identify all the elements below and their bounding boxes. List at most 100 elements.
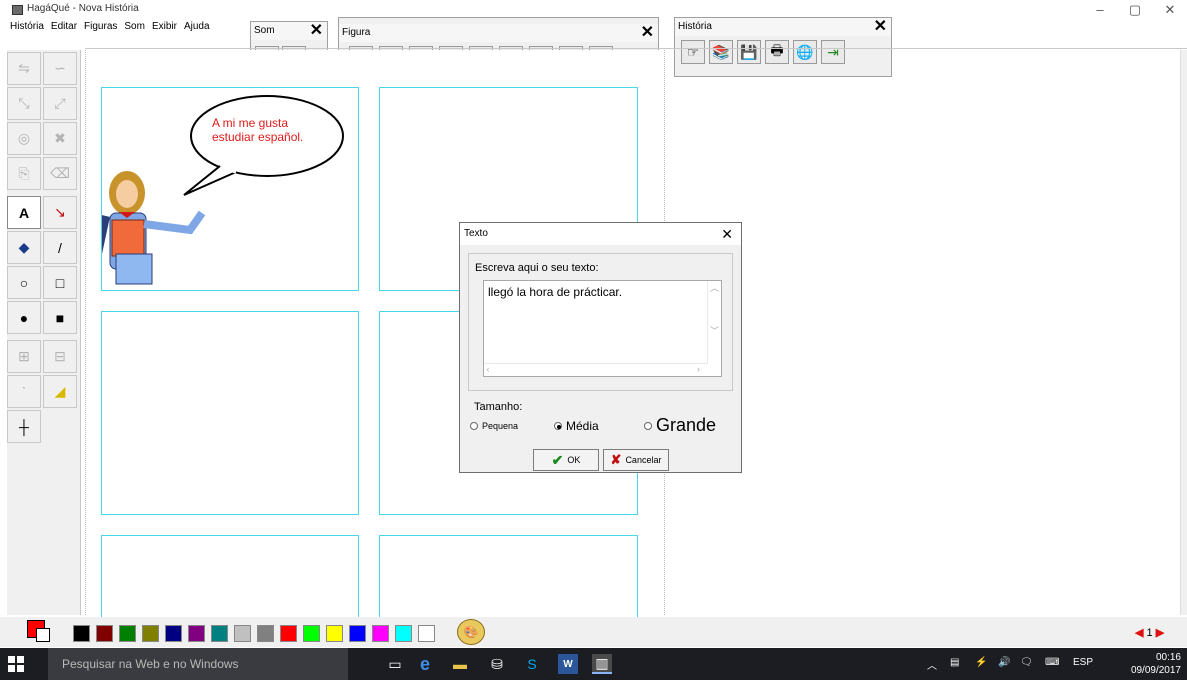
speech-text[interactable]: A mi me gusta estudiar español. xyxy=(212,116,332,144)
flip-horizontal-icon[interactable]: ⇋ xyxy=(7,52,41,85)
keyboard-icon[interactable]: ⌨ xyxy=(1045,657,1059,668)
radio-dot-selected xyxy=(554,422,562,430)
page-navigator: ◀ 1 ▶ xyxy=(1135,626,1164,639)
close-button[interactable]: ✕ xyxy=(1155,2,1185,18)
color-swatch[interactable] xyxy=(395,625,412,642)
rotate-icon[interactable]: ◎ xyxy=(7,122,41,155)
minimize-button[interactable]: – xyxy=(1085,2,1115,18)
clock[interactable]: 00:16 09/09/2017 xyxy=(1131,651,1181,677)
notifications-icon[interactable]: 🗨 xyxy=(1020,657,1033,668)
color-swatch[interactable] xyxy=(326,625,343,642)
edge-icon[interactable]: e xyxy=(415,654,435,674)
color-swatch[interactable] xyxy=(303,625,320,642)
color-swatch[interactable] xyxy=(418,625,435,642)
radio-dot xyxy=(470,422,478,430)
open-story-icon[interactable]: 📚 xyxy=(709,40,733,64)
shrink-icon[interactable]: ⤢ xyxy=(43,87,77,120)
color-swatch[interactable] xyxy=(257,625,274,642)
show-hidden-icons-icon[interactable]: ︿ xyxy=(927,657,937,672)
skype-icon[interactable]: S xyxy=(522,654,542,674)
store-icon[interactable]: ⛁ xyxy=(487,654,507,674)
historia-toolbar-title: História xyxy=(678,21,712,32)
word-icon[interactable]: W xyxy=(558,654,578,674)
taskbar-search[interactable]: Pesquisar na Web e no Windows xyxy=(48,648,348,680)
color-swatch[interactable] xyxy=(96,625,113,642)
color-swatch[interactable] xyxy=(349,625,366,642)
menu-figuras[interactable]: Figuras xyxy=(84,21,117,37)
color-swatch[interactable] xyxy=(119,625,136,642)
filled-ellipse-tool-icon[interactable]: ● xyxy=(7,301,41,334)
menu-historia[interactable]: História xyxy=(10,21,44,37)
color-swatch[interactable] xyxy=(165,625,182,642)
figura-toolbar-close-button[interactable]: ✕ xyxy=(641,24,654,42)
network-icon[interactable]: ▤ xyxy=(950,657,959,668)
menu-exibir[interactable]: Exibir xyxy=(152,21,177,37)
line-tool-icon[interactable]: / xyxy=(43,231,77,264)
ghost-icon[interactable]: ∽ xyxy=(43,52,77,85)
hagaque-taskbar-icon[interactable]: ▥ xyxy=(592,654,612,674)
size-radio-small[interactable]: Pequena xyxy=(470,421,518,431)
vertical-scrollbar[interactable] xyxy=(1180,50,1187,615)
ellipse-tool-icon[interactable]: ○ xyxy=(7,266,41,299)
color-swatch[interactable] xyxy=(188,625,205,642)
comic-panel-5[interactable] xyxy=(101,535,359,625)
copy-icon[interactable]: ⎘ xyxy=(7,157,41,190)
fill-tool-icon[interactable]: ◆ xyxy=(7,231,41,264)
print-icon[interactable]: 🖶 xyxy=(765,40,789,64)
cancel-button[interactable]: ✘ Cancelar xyxy=(603,449,669,471)
size-radio-large[interactable]: Grande xyxy=(644,415,716,436)
text-input[interactable]: llegó la hora de prácticar. ︿ ﹀ ‹ › xyxy=(483,280,722,377)
textarea-horizontal-scrollbar[interactable]: ‹ › xyxy=(484,363,708,376)
color-swatch[interactable] xyxy=(372,625,389,642)
color-swatch[interactable] xyxy=(211,625,228,642)
text-tool-icon[interactable]: A xyxy=(7,196,41,229)
previous-page-icon[interactable]: ◀ xyxy=(1135,627,1143,639)
size-radio-medium[interactable]: Média xyxy=(554,419,599,433)
comic-panel-1[interactable]: A mi me gusta estudiar español. xyxy=(101,87,359,291)
zoom-in-icon[interactable]: ⊞ xyxy=(7,340,41,373)
zoom-out-icon[interactable]: ⊟ xyxy=(43,340,77,373)
menu-ajuda[interactable]: Ajuda xyxy=(184,21,210,37)
color-swatch[interactable] xyxy=(73,625,90,642)
file-explorer-icon[interactable]: ▬ xyxy=(450,654,470,674)
curve-tool-icon[interactable]: ↘ xyxy=(43,196,77,229)
size-large-label: Grande xyxy=(656,415,717,435)
save-story-icon[interactable]: 💾 xyxy=(737,40,761,64)
comic-panel-3[interactable] xyxy=(101,311,359,515)
task-view-icon[interactable]: ▭ xyxy=(385,654,405,674)
textarea-vertical-scrollbar[interactable]: ︿ ﹀ xyxy=(707,281,721,364)
windows-start-icon[interactable] xyxy=(8,656,24,672)
dialog-close-button[interactable]: ✕ xyxy=(721,226,733,243)
figura-toolbar-title: Figura xyxy=(342,27,371,38)
ok-button[interactable]: ✔ OK xyxy=(533,449,599,471)
window-title: HagáQué - Nova História xyxy=(27,3,139,14)
secondary-color-swatch[interactable] xyxy=(36,628,50,642)
color-swatch[interactable] xyxy=(280,625,297,642)
exit-icon[interactable]: ⇥ xyxy=(821,40,845,64)
color-swatch[interactable] xyxy=(142,625,159,642)
delete-object-icon[interactable]: ✖ xyxy=(43,122,77,155)
volume-icon[interactable]: 🔊 xyxy=(998,657,1010,668)
palette-icon[interactable]: 🎨 xyxy=(457,619,485,645)
clock-date: 09/09/2017 xyxy=(1130,665,1181,676)
rectangle-tool-icon[interactable]: □ xyxy=(43,266,77,299)
crosshair-icon[interactable]: ┼ xyxy=(7,410,41,443)
trash-icon[interactable]: ⌫ xyxy=(43,157,77,190)
pencil-icon[interactable]: ˋ xyxy=(7,375,41,408)
historia-toolbar-close-button[interactable]: ✕ xyxy=(874,18,887,36)
eraser-icon[interactable]: ◢ xyxy=(43,375,77,408)
menu-editar[interactable]: Editar xyxy=(51,21,77,37)
new-story-icon[interactable]: ☞ xyxy=(681,40,705,64)
som-toolbar-close-button[interactable]: ✕ xyxy=(310,22,323,40)
taskbar: Pesquisar na Web e no Windows ▭ e ▬ ⛁ S … xyxy=(0,648,1187,680)
expand-icon[interactable]: ⤡ xyxy=(7,87,41,120)
menu-som[interactable]: Som xyxy=(124,21,145,37)
filled-rectangle-tool-icon[interactable]: ■ xyxy=(43,301,77,334)
publish-web-icon[interactable]: 🌐 xyxy=(793,40,817,64)
language-indicator[interactable]: ESP xyxy=(1073,657,1093,668)
color-swatch[interactable] xyxy=(234,625,251,642)
power-icon[interactable]: ⚡ xyxy=(975,657,987,668)
comic-panel-6[interactable] xyxy=(379,535,638,625)
next-page-icon[interactable]: ▶ xyxy=(1156,627,1164,639)
restore-button[interactable]: ▢ xyxy=(1120,2,1150,18)
